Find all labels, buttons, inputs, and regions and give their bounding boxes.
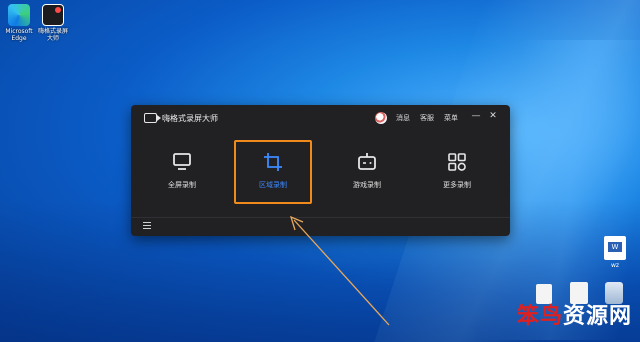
recorder-app-icon: [42, 4, 64, 26]
mode-label: 区域录制: [259, 181, 287, 189]
watermark-part2: 资源网: [562, 304, 632, 329]
gamepad-icon: [356, 151, 378, 173]
word-document-icon: W: [608, 242, 622, 252]
desktop-icon-label: Microsoft Edge: [5, 28, 33, 42]
desktop-icon-wz[interactable]: W: [604, 236, 626, 260]
window-title: 嗨格式录屏大师: [162, 114, 218, 123]
crop-icon: [262, 151, 284, 173]
monitor-icon: [171, 151, 193, 173]
minimize-button[interactable]: —: [471, 111, 481, 121]
mode-more[interactable]: 更多录制: [417, 143, 497, 203]
divider: [131, 217, 510, 218]
desktop-icon-edge[interactable]: Microsoft Edge: [2, 4, 36, 42]
mode-label: 游戏录制: [353, 181, 381, 189]
close-button[interactable]: ✕: [488, 111, 498, 121]
watermark: 笨鸟资源网: [517, 298, 632, 330]
avatar[interactable]: [375, 112, 387, 124]
messages-link[interactable]: 消息: [396, 113, 410, 123]
grid-icon: [446, 151, 468, 173]
list-menu-icon[interactable]: [143, 222, 151, 229]
edge-icon: [8, 4, 30, 26]
recorder-window: 嗨格式录屏大师 消息 客服 菜单 — ✕ 全屏录制 区域录制 游戏录制 更多录制: [131, 105, 510, 236]
mode-game[interactable]: 游戏录制: [327, 143, 407, 203]
watermark-part1: 笨鸟: [516, 304, 563, 329]
mode-label: 更多录制: [443, 181, 471, 189]
window-titlebar[interactable]: 嗨格式录屏大师 消息 客服 菜单 — ✕: [131, 105, 510, 131]
menu-link[interactable]: 菜单: [444, 113, 458, 123]
app-logo-icon: [144, 113, 161, 123]
record-modes: 全屏录制 区域录制 游戏录制 更多录制: [131, 131, 510, 217]
desktop-icon-label: wz: [611, 262, 620, 269]
mode-label: 全屏录制: [168, 181, 196, 189]
desktop-icon-recorder[interactable]: 嗨格式录屏大师: [36, 4, 70, 42]
service-link[interactable]: 客服: [420, 113, 434, 123]
desktop-icon-label: 嗨格式录屏大师: [37, 28, 68, 42]
mode-region[interactable]: 区域录制: [233, 143, 313, 203]
mode-fullscreen[interactable]: 全屏录制: [142, 143, 222, 203]
